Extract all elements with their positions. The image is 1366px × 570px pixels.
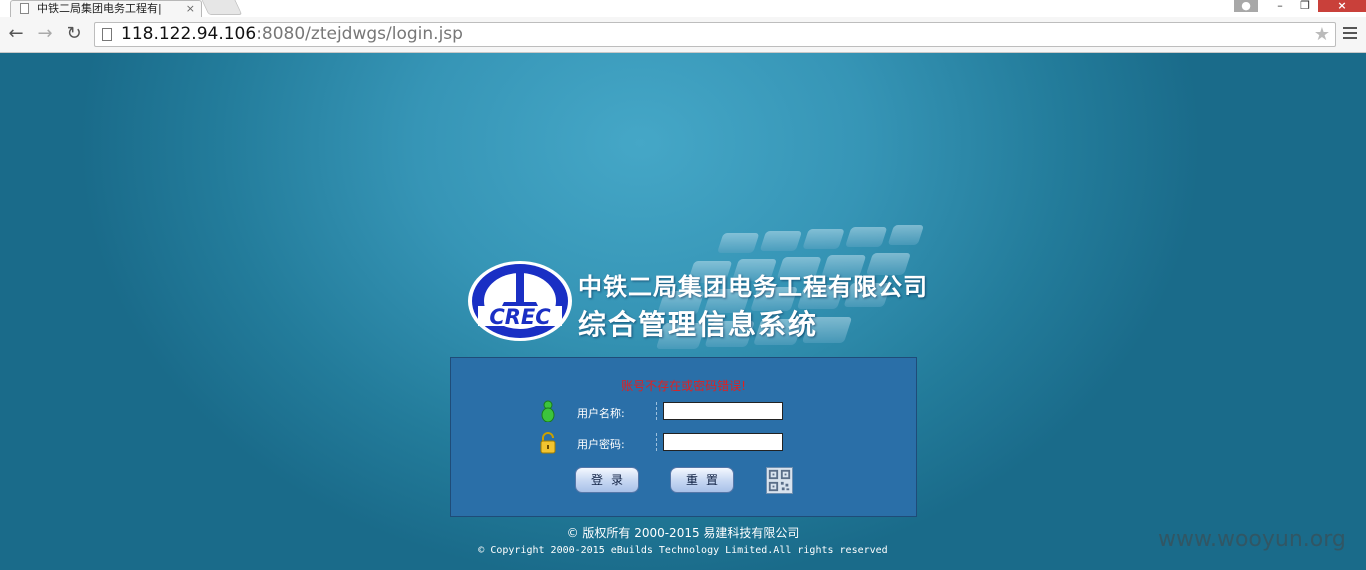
password-label: 用户密码: <box>577 438 625 451</box>
forward-arrow-icon[interactable]: → <box>33 22 57 46</box>
reset-button[interactable]: 重置 <box>670 467 734 493</box>
address-bar[interactable]: 118.122.94.106:8080/ztejdwgs/login.jsp ★ <box>94 22 1336 47</box>
browser-toolbar: ← → ↻ 118.122.94.106:8080/ztejdwgs/login… <box>0 17 1366 53</box>
login-button[interactable]: 登录 <box>575 467 639 493</box>
company-name: 中铁二局集团电务工程有限公司 <box>578 273 928 301</box>
watermark-text: www.wooyun.org <box>1158 527 1346 552</box>
username-input[interactable] <box>663 402 783 420</box>
divider <box>656 402 657 420</box>
browser-titlebar: 中铁二局集团电务工程有| × ● – ❐ × <box>0 0 1366 17</box>
window-close-icon[interactable]: × <box>1318 0 1366 12</box>
lock-icon <box>540 432 556 454</box>
login-page: CREC 中铁二局集团电务工程有限公司 综合管理信息系统 账号不存在或密码错误!… <box>0 53 1366 570</box>
qr-code-icon[interactable] <box>766 467 793 494</box>
user-icon <box>541 400 555 422</box>
password-input[interactable] <box>663 433 783 451</box>
error-message: 账号不存在或密码错误! <box>621 379 746 393</box>
restore-icon[interactable]: ❐ <box>1294 0 1316 12</box>
bookmark-star-icon[interactable]: ★ <box>1314 23 1330 46</box>
user-icon[interactable]: ● <box>1234 0 1258 12</box>
document-icon <box>102 28 112 41</box>
divider <box>656 433 657 451</box>
back-arrow-icon[interactable]: ← <box>4 22 28 46</box>
logo-text: CREC <box>489 305 551 329</box>
hamburger-menu-icon[interactable] <box>1343 27 1357 42</box>
tab-close-icon[interactable]: × <box>186 1 195 16</box>
page-icon <box>20 3 29 14</box>
tab-title: 中铁二局集团电务工程有| <box>37 2 162 15</box>
new-tab-button[interactable] <box>201 0 243 15</box>
crec-logo-icon: CREC <box>468 261 572 341</box>
system-name: 综合管理信息系统 <box>578 308 819 341</box>
login-panel: 账号不存在或密码错误! 用户名称: 用户密码: 登录 重置 <box>450 357 917 517</box>
url-host: 118.122.94.106 <box>121 24 257 44</box>
minimize-icon[interactable]: – <box>1268 0 1292 12</box>
browser-tab[interactable]: 中铁二局集团电务工程有| × <box>10 0 202 17</box>
url-path: :8080/ztejdwgs/login.jsp <box>256 24 463 44</box>
reload-icon[interactable]: ↻ <box>62 22 86 46</box>
username-label: 用户名称: <box>577 407 625 420</box>
